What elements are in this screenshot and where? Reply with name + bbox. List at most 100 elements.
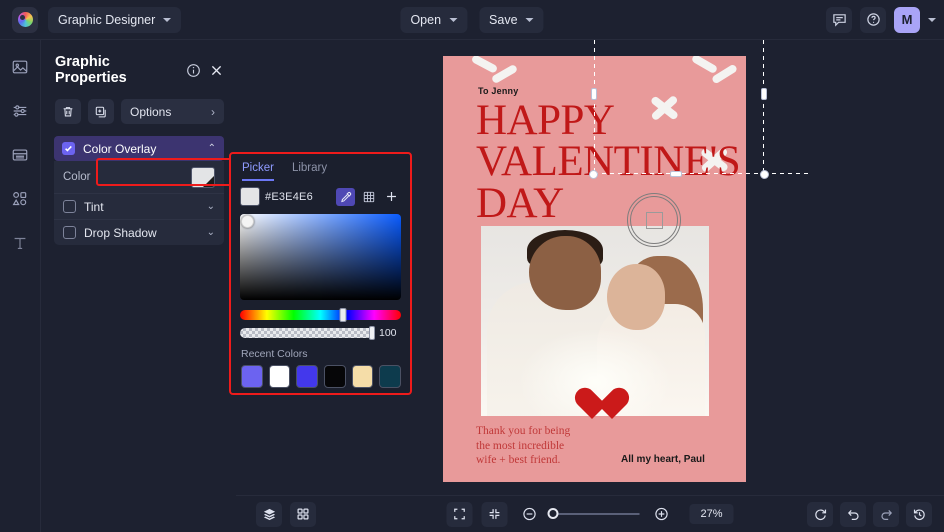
page-title: Graphic Properties xyxy=(55,54,127,86)
alpha-slider-handle[interactable] xyxy=(369,326,375,340)
card-signature[interactable]: All my heart, Paul xyxy=(621,454,705,465)
tab-library[interactable]: Library xyxy=(292,162,327,181)
avatar[interactable]: M xyxy=(894,6,920,33)
fit-screen-button[interactable] xyxy=(446,501,473,527)
fit-screen-icon xyxy=(453,507,467,521)
shrink-button[interactable] xyxy=(481,501,508,527)
alpha-value[interactable]: 100 xyxy=(379,327,401,339)
selection-edge-left xyxy=(594,40,595,174)
card-note[interactable]: Thank you for being the most incredible … xyxy=(476,424,586,468)
recent-colors-row xyxy=(231,360,410,388)
zoom-level[interactable]: 27% xyxy=(689,504,734,524)
color-wheel-logo[interactable] xyxy=(12,6,38,33)
duplicate-icon xyxy=(94,105,108,119)
plus-icon xyxy=(385,190,398,203)
section-header-color-overlay[interactable]: Color Overlay ⌃ xyxy=(54,136,224,161)
top-bar: Graphic Designer Open Save M xyxy=(0,0,944,40)
zoom-slider-handle[interactable] xyxy=(547,508,559,519)
sidebar-item-adjustments[interactable] xyxy=(7,98,33,124)
zoom-in-icon xyxy=(654,506,670,522)
delete-button[interactable] xyxy=(55,99,81,124)
info-icon[interactable] xyxy=(186,63,201,78)
selection-handle-bottom-left[interactable] xyxy=(589,170,598,179)
selection-bounding-box[interactable] xyxy=(589,40,812,179)
layers-icon xyxy=(262,507,277,522)
zoom-out-button[interactable] xyxy=(517,502,543,527)
history-button[interactable] xyxy=(906,501,932,527)
hue-slider[interactable] xyxy=(240,308,401,322)
help-button[interactable] xyxy=(860,6,886,33)
options-button[interactable]: Options › xyxy=(121,99,224,124)
shapes-icon xyxy=(11,190,29,208)
drop-shadow-checkbox[interactable] xyxy=(63,226,76,239)
picker-tool-group xyxy=(336,187,401,206)
comment-button[interactable] xyxy=(826,6,852,33)
color-field-row: Color xyxy=(54,161,224,193)
sidebar-item-image[interactable] xyxy=(7,54,33,80)
color-label: Color xyxy=(63,171,91,183)
reset-icon xyxy=(813,507,828,522)
app-name-dropdown[interactable]: Graphic Designer xyxy=(48,6,182,33)
tab-picker[interactable]: Picker xyxy=(242,162,274,181)
chevron-down-icon[interactable]: ⌄ xyxy=(207,227,215,238)
bottom-bar: 27% xyxy=(236,495,944,532)
layers-button[interactable] xyxy=(256,501,282,527)
recent-color-4[interactable] xyxy=(351,365,374,388)
color-overlay-checkbox[interactable] xyxy=(62,142,75,155)
recent-color-5[interactable] xyxy=(379,365,402,388)
grid-view-icon xyxy=(296,507,310,521)
left-tool-rail xyxy=(0,40,41,532)
recent-color-0[interactable] xyxy=(241,365,263,388)
eyedropper-button[interactable] xyxy=(336,187,355,206)
sidebar-item-shapes[interactable] xyxy=(7,186,33,212)
selection-handle-bottom-right[interactable] xyxy=(760,170,769,179)
chevron-down-icon xyxy=(449,17,458,22)
photo-glow xyxy=(481,226,709,416)
section-header-tint[interactable]: Tint ⌄ xyxy=(54,193,224,219)
selection-handle-right-mid[interactable] xyxy=(761,88,767,100)
account-chevron-down-icon[interactable] xyxy=(928,17,936,22)
app-name-label: Graphic Designer xyxy=(58,12,156,27)
recent-color-1[interactable] xyxy=(268,365,291,388)
logo-wheel xyxy=(17,12,33,27)
selection-handle-left-mid[interactable] xyxy=(591,88,597,100)
close-icon[interactable] xyxy=(209,63,224,78)
add-color-button[interactable] xyxy=(382,188,401,206)
color-overlay-body: Color Tint ⌄ Drop Shadow ⌄ xyxy=(54,161,224,245)
selection-handle-bottom-mid[interactable] xyxy=(670,171,682,177)
current-color-swatch[interactable] xyxy=(240,187,260,206)
color-swatch-button[interactable] xyxy=(191,166,215,188)
zoom-in-button[interactable] xyxy=(649,502,675,527)
chevron-up-icon[interactable]: ⌃ xyxy=(208,143,216,154)
crop-square-icon[interactable] xyxy=(627,193,681,247)
grid-view-button[interactable] xyxy=(290,501,316,527)
redo-button[interactable] xyxy=(873,501,899,527)
color-overlay-section: Color Overlay ⌃ xyxy=(41,124,236,161)
sv-handle[interactable] xyxy=(241,215,254,228)
hex-input[interactable]: #E3E4E6 xyxy=(265,191,313,203)
recent-colors-label: Recent Colors xyxy=(241,348,308,360)
tint-checkbox[interactable] xyxy=(63,200,76,213)
comment-icon xyxy=(832,12,847,27)
open-button[interactable]: Open xyxy=(400,6,468,33)
section-header-drop-shadow[interactable]: Drop Shadow ⌄ xyxy=(54,219,224,245)
recent-color-2[interactable] xyxy=(296,365,319,388)
chevron-down-icon xyxy=(163,17,172,22)
hue-slider-handle[interactable] xyxy=(339,308,347,322)
reset-button[interactable] xyxy=(807,501,833,527)
zoom-slider[interactable] xyxy=(547,508,640,519)
card-to-line[interactable]: To Jenny xyxy=(478,86,518,96)
chevron-down-icon xyxy=(525,17,534,22)
couple-photo[interactable] xyxy=(481,226,709,416)
chevron-down-icon[interactable]: ⌄ xyxy=(207,201,215,212)
alpha-slider[interactable] xyxy=(240,326,375,340)
sidebar-item-text[interactable] xyxy=(7,230,33,256)
duplicate-button[interactable] xyxy=(88,99,114,124)
sidebar-item-layout[interactable] xyxy=(7,142,33,168)
recent-color-3[interactable] xyxy=(324,365,346,388)
palette-grid-button[interactable] xyxy=(359,188,378,206)
undo-button[interactable] xyxy=(840,501,866,527)
text-icon xyxy=(11,234,29,252)
save-button[interactable]: Save xyxy=(479,6,544,33)
saturation-value-field[interactable] xyxy=(240,214,401,300)
